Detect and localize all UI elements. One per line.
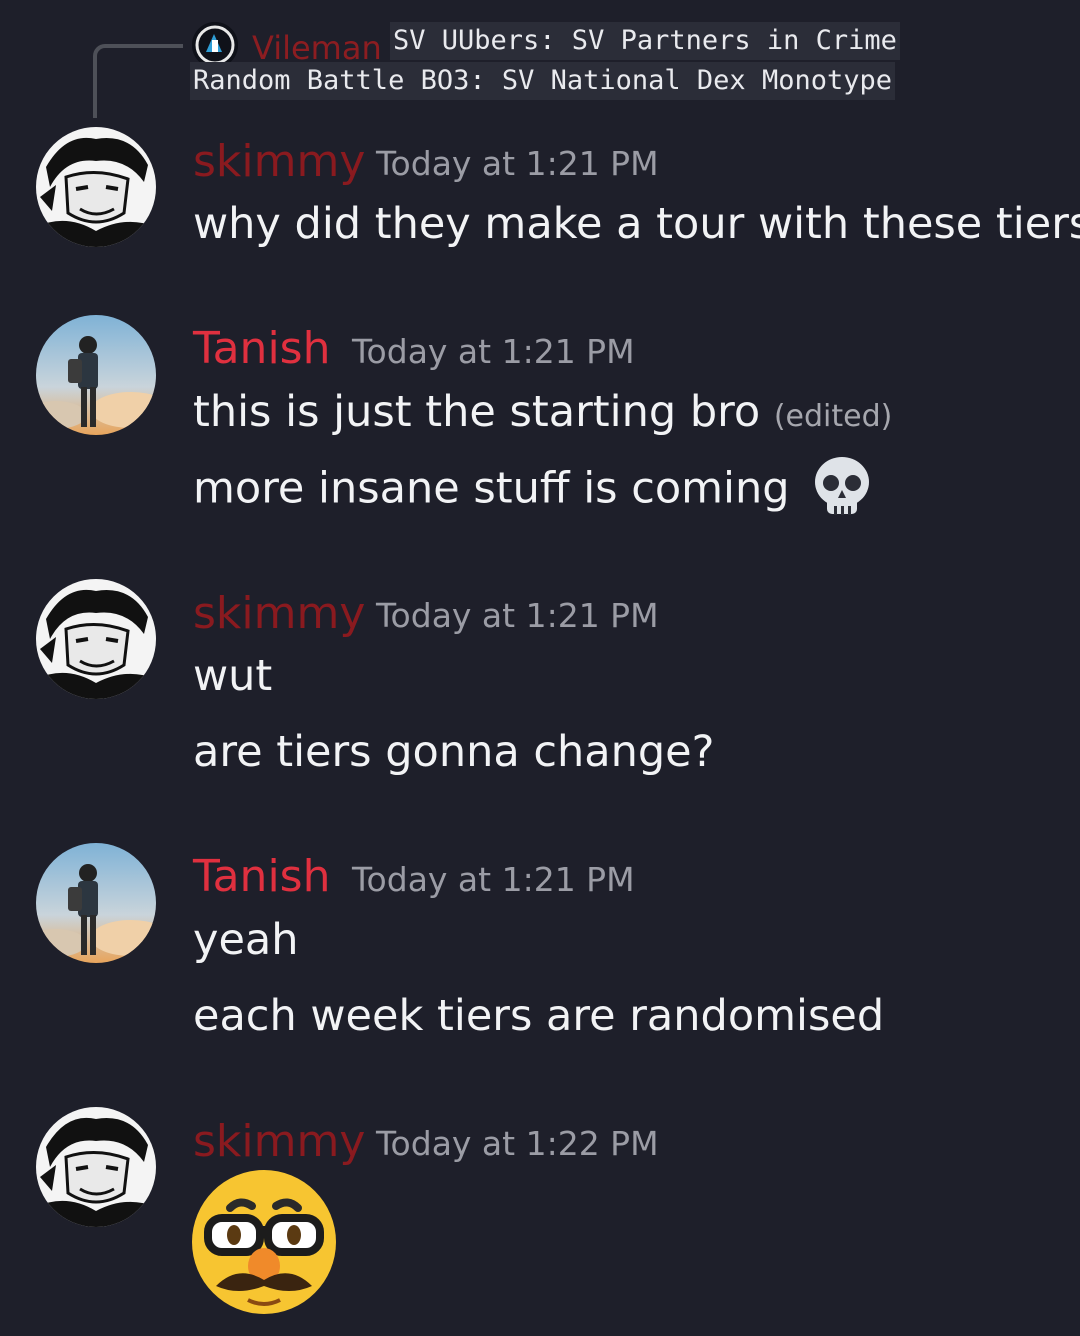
author-name[interactable]: skimmy	[193, 1116, 365, 1168]
message-timestamp: Today at 1:21 PM	[352, 860, 635, 899]
avatar[interactable]	[36, 127, 156, 247]
edited-label: (edited)	[773, 399, 893, 434]
message-text: each week tiers are randomised	[193, 991, 885, 1041]
message-text-content: more insane stuff is coming	[193, 463, 790, 514]
message-timestamp: Today at 1:22 PM	[376, 1124, 659, 1163]
author-name[interactable]: Tanish	[193, 323, 330, 375]
disguised-face-emoji-icon	[190, 1168, 338, 1316]
message-timestamp: Today at 1:21 PM	[352, 332, 635, 371]
avatar[interactable]	[36, 315, 156, 435]
reply-connector-line	[93, 44, 183, 118]
message-text: yeah	[193, 915, 299, 965]
author-name[interactable]: skimmy	[193, 136, 365, 188]
avatar[interactable]	[36, 579, 156, 699]
message-text: this is just the starting bro (edited)	[193, 384, 892, 445]
message-text: are tiers gonna change?	[193, 727, 715, 777]
message-text: why did they make a tour with these tier…	[193, 199, 1080, 249]
skull-emoji-icon	[813, 456, 871, 518]
message-timestamp: Today at 1:21 PM	[376, 144, 659, 183]
avatar[interactable]	[36, 1107, 156, 1227]
avatar[interactable]	[36, 843, 156, 963]
message-text-content: this is just the starting bro	[193, 387, 761, 437]
reply-preview-line-2[interactable]: Random Battle BO3: SV National Dex Monot…	[190, 62, 895, 100]
author-name[interactable]: Tanish	[193, 851, 330, 903]
reply-preview-line-1[interactable]: SV UUbers: SV Partners in Crime	[390, 22, 900, 60]
message-text: wut	[193, 651, 273, 701]
message-timestamp: Today at 1:21 PM	[376, 596, 659, 635]
message-text: more insane stuff is coming	[193, 457, 871, 522]
author-name[interactable]: skimmy	[193, 588, 365, 640]
